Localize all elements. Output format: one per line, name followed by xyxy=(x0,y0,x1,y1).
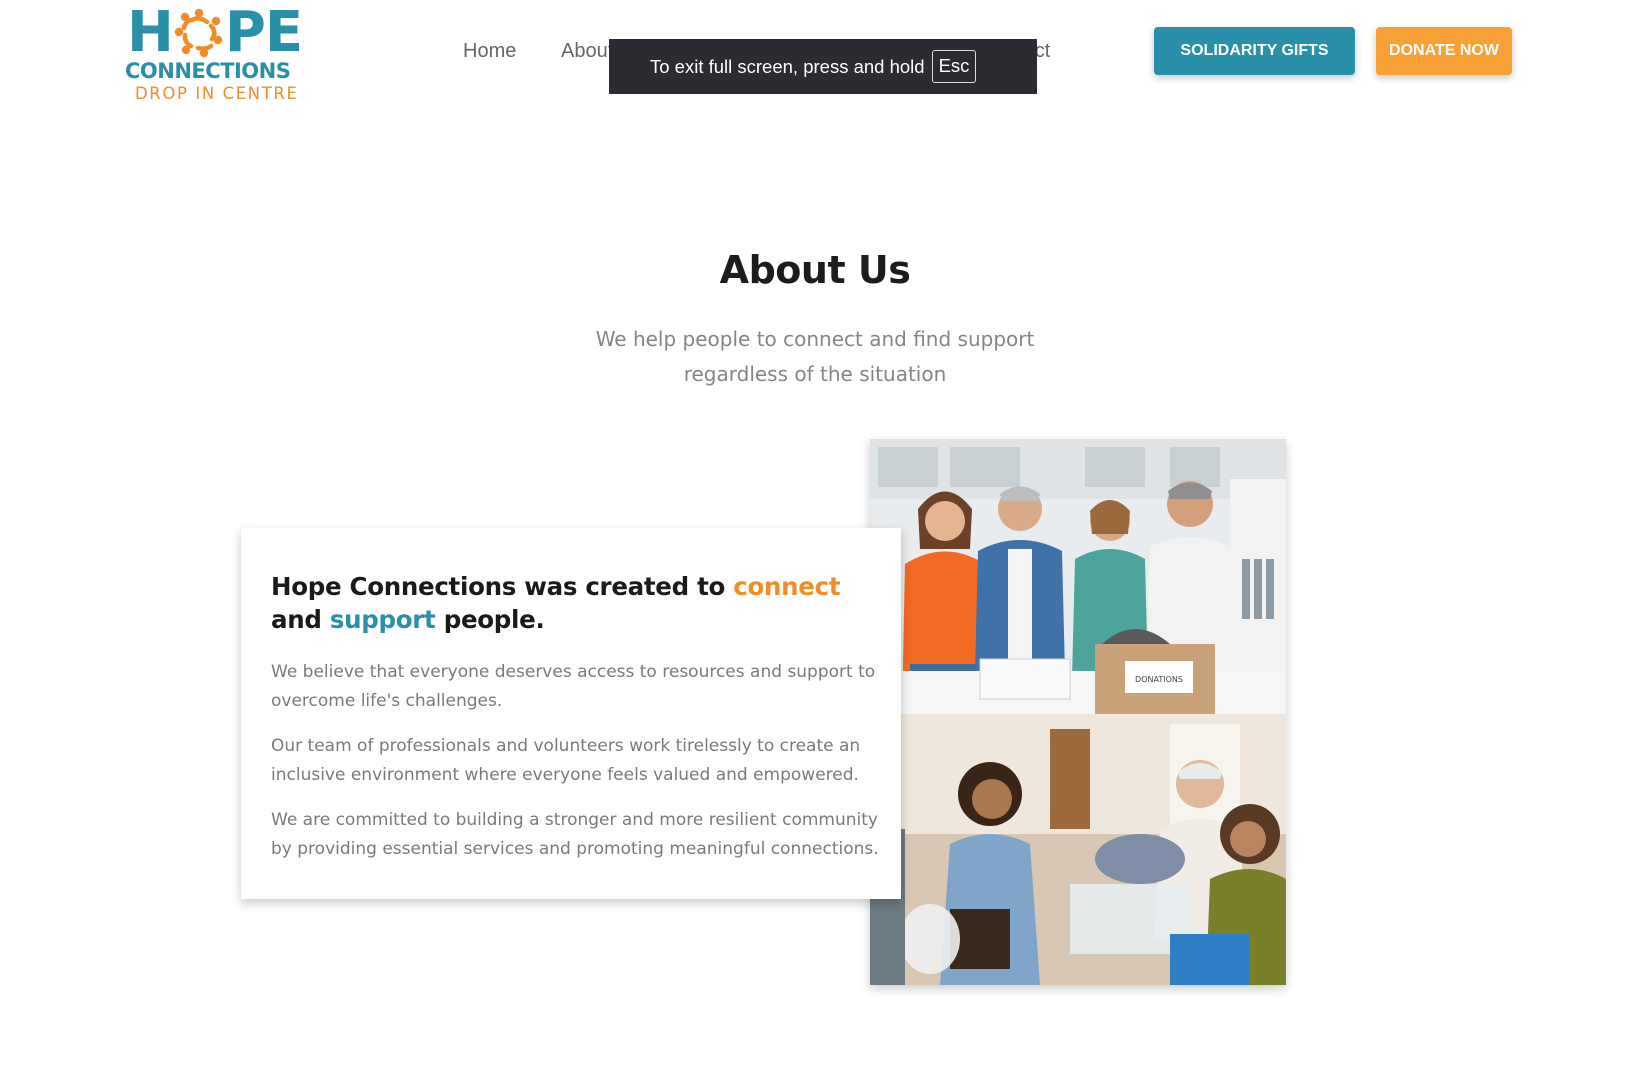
nav-home-link[interactable]: Home xyxy=(463,40,516,63)
volunteer-photos: DONATIONS xyxy=(870,439,1286,985)
about-paragraph-2: Our team of professionals and volunteers… xyxy=(271,736,861,785)
about-paragraph-3: We are committed to building a stronger … xyxy=(271,810,879,859)
heading-support-highlight: support xyxy=(329,605,436,634)
heading-connect-highlight: connect xyxy=(733,572,841,601)
about-card-heading: Hope Connections was created to connect … xyxy=(271,570,871,636)
volunteers-photo-collage: DONATIONS xyxy=(870,439,1286,985)
about-story-card: Hope Connections was created to connect … xyxy=(241,528,901,899)
about-paragraph-1: We believe that everyone deserves access… xyxy=(271,662,876,711)
logo-letter-h: H xyxy=(127,0,174,65)
site-logo[interactable]: H PE CONNECTIONS DROP IN CENTRE xyxy=(125,0,309,104)
fullscreen-notice-text: To exit full screen, press and hold xyxy=(650,55,925,77)
fullscreen-exit-notice: To exit full screen, press and hold Esc xyxy=(609,39,1037,94)
people-ring-icon xyxy=(174,8,223,58)
heading-part-3: people. xyxy=(435,605,545,634)
donations-box-label: DONATIONS xyxy=(1135,675,1183,684)
heading-part-2: and xyxy=(271,605,330,634)
heading-part-1: Hope Connections was created to xyxy=(271,572,734,601)
logo-hope-wordmark: H PE xyxy=(127,0,303,65)
esc-key-badge: Esc xyxy=(931,50,977,83)
about-subtitle: We help people to connect and find suppo… xyxy=(595,327,1035,386)
logo-dropin-text: DROP IN CENTRE xyxy=(135,84,299,103)
solidarity-gifts-button[interactable]: SOLIDARITY GIFTS xyxy=(1154,27,1355,75)
logo-letters-pe: PE xyxy=(224,0,303,65)
nav-about-link[interactable]: About xyxy=(561,40,613,63)
logo-connections-text: CONNECTIONS xyxy=(125,59,291,83)
donate-now-button[interactable]: DONATE NOW xyxy=(1376,27,1512,75)
about-title: About Us xyxy=(719,248,911,292)
